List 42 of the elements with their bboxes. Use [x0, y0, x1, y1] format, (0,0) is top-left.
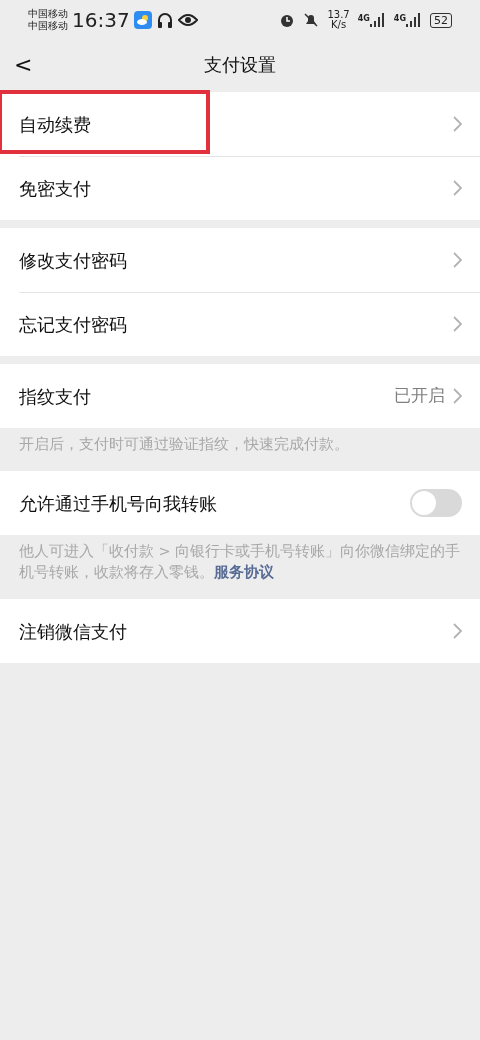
eye-icon: [177, 13, 198, 27]
row-label: 自动续费: [19, 112, 92, 137]
network-type: 4G: [393, 13, 406, 25]
agreement-link[interactable]: 服务协议: [214, 564, 274, 580]
settings-row[interactable]: 允许通过手机号向我转账: [0, 471, 480, 535]
headphones-icon: [155, 11, 174, 29]
settings-row[interactable]: 免密支付: [0, 156, 480, 220]
settings-row[interactable]: 注销微信支付: [0, 599, 480, 663]
settings-row[interactable]: 自动续费: [0, 92, 480, 156]
chevron-icon: [453, 116, 462, 132]
row-label: 指纹支付: [19, 384, 92, 409]
battery-level: 52: [430, 12, 452, 28]
bell-muted-icon: [303, 12, 320, 28]
row-label: 免密支付: [19, 176, 92, 201]
back-button[interactable]: <: [0, 47, 47, 81]
chevron-icon: [453, 180, 462, 196]
carrier-text: 中国移动: [28, 20, 68, 32]
alarm-icon: [279, 12, 296, 28]
row-label: 修改支付密码: [19, 248, 128, 273]
network-type: 4G: [357, 13, 370, 25]
carrier-text: 中国移动: [28, 8, 68, 20]
speed-unit: K/s: [330, 20, 348, 30]
toggle-switch[interactable]: [410, 489, 462, 517]
weather-icon: [133, 11, 152, 29]
row-label: 注销微信支付: [19, 619, 128, 644]
page-title: 支付设置: [203, 52, 277, 77]
settings-row[interactable]: 修改支付密码: [0, 228, 480, 292]
note-text: 他人可进入「收付款 > 向银行卡或手机号转账」向你微信绑定的手机号转账，收款将存入零钱。服务协议: [18, 542, 462, 582]
status-time: 16:37: [72, 7, 130, 34]
settings-row[interactable]: 忘记支付密码: [0, 292, 480, 356]
speed-value: 13.7: [327, 10, 350, 20]
settings-row[interactable]: 指纹支付 已开启: [0, 364, 480, 428]
chevron-icon: [453, 252, 462, 268]
chevron-icon: [453, 623, 462, 639]
row-value: 已开启: [394, 384, 445, 408]
signal-icon: [369, 13, 386, 27]
chevron-icon: [453, 388, 462, 404]
row-label: 允许通过手机号向我转账: [19, 491, 218, 516]
row-label: 忘记支付密码: [19, 312, 128, 337]
note-text: 开启后，支付时可通过验证指纹，快速完成付款。: [18, 435, 350, 454]
signal-icon: [406, 13, 422, 27]
chevron-icon: [453, 316, 462, 332]
